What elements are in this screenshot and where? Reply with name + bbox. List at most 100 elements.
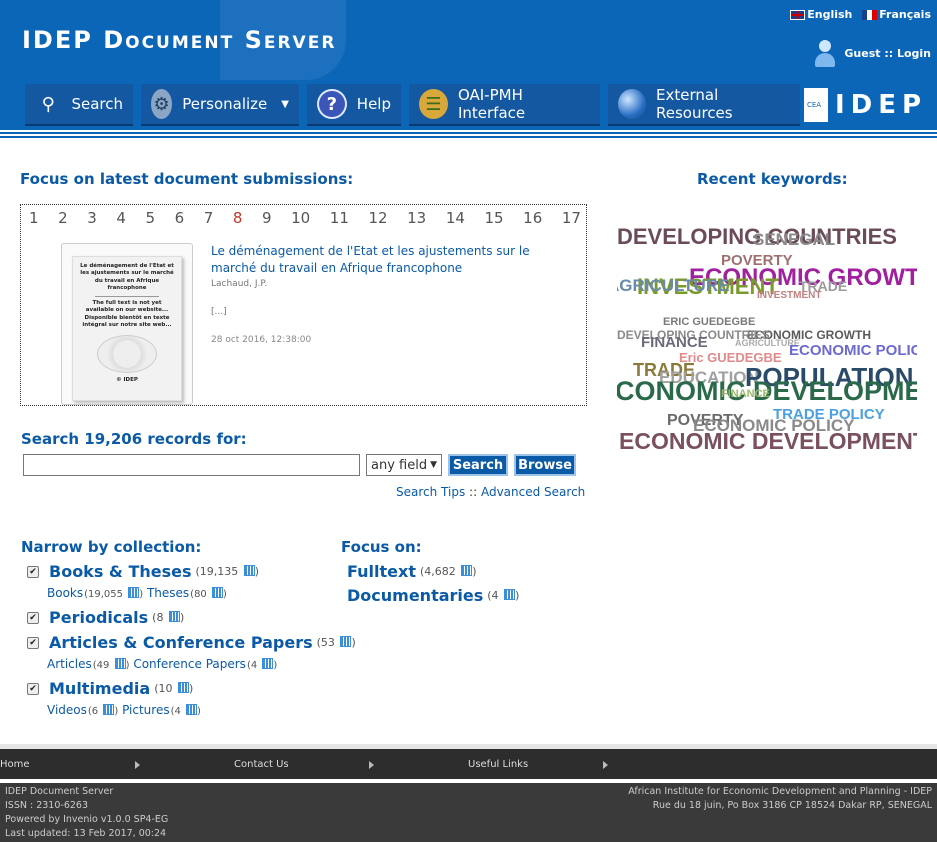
subcollection-link[interactable]: Books (47, 586, 83, 600)
subcollection-link[interactable]: Pictures (122, 703, 170, 717)
collection-checkbox[interactable]: ✔ (27, 611, 39, 624)
books-icon[interactable] (114, 658, 126, 669)
subcollection-count: (80 ) (190, 587, 227, 600)
uk-flag-icon (790, 9, 806, 20)
page-link[interactable]: 16 (523, 209, 542, 227)
user-login[interactable]: Guest :: Login (814, 38, 931, 68)
subcollection-link[interactable]: Theses (147, 586, 189, 600)
nav-external-resources[interactable]: External Resources (608, 84, 800, 126)
search-icon: ⚲ (41, 93, 55, 115)
collection-link[interactable]: Articles & Conference Papers (49, 633, 313, 652)
site-title[interactable]: IDEP Document Server (22, 26, 336, 54)
search-tips-link[interactable]: Search Tips (396, 485, 465, 499)
thumbnail-title: Le déménagement de l'Etat et les ajustem… (80, 263, 174, 292)
books-icon[interactable] (103, 704, 115, 715)
subcollection-link[interactable]: Articles (47, 657, 92, 671)
page-link[interactable]: 6 (175, 209, 185, 227)
subcollection-link[interactable]: Videos (47, 703, 87, 717)
books-icon[interactable] (461, 565, 473, 576)
keyword-link[interactable]: INVESTMENT (757, 290, 821, 301)
collection-checkbox[interactable]: ✔ (27, 565, 39, 578)
record-ellipsis: [...] (211, 307, 227, 317)
france-flag-icon (862, 9, 878, 20)
page-link[interactable]: 1 (29, 209, 39, 227)
nav-personalize[interactable]: ⚙ Personalize ▼ (141, 84, 299, 126)
footer-contact-link[interactable]: Contact Us (234, 759, 289, 770)
submission-pager: 1 2 3 4 5 6 7 8 9 10 11 12 13 14 15 16 17 (29, 209, 581, 227)
collection-link[interactable]: Books & Theses (49, 562, 192, 581)
page-link[interactable]: 13 (407, 209, 426, 227)
collection-link[interactable]: Periodicals (49, 608, 148, 627)
chevron-down-icon: ▼ (430, 460, 437, 470)
record-title-link[interactable]: Le déménagement de l'Etat et les ajustem… (211, 243, 531, 277)
books-icon[interactable] (262, 658, 274, 669)
footer-last-updated: Last updated: 13 Feb 2017, 00:24 (5, 828, 167, 839)
page-link[interactable]: 17 (562, 209, 581, 227)
collection-link[interactable]: Multimedia (49, 679, 150, 698)
advanced-search-link[interactable]: Advanced Search (481, 485, 585, 499)
search-input[interactable] (23, 454, 360, 476)
books-icon[interactable] (168, 611, 180, 622)
page-link[interactable]: 12 (368, 209, 387, 227)
page-link[interactable]: 3 (87, 209, 97, 227)
keyword-link[interactable]: FINANCE (721, 388, 770, 400)
keyword-link[interactable]: SENEGAL (753, 230, 835, 250)
keyword-cloud: DEVELOPING COUNTRIES SENEGAL POVERTY ECONOM… (617, 222, 917, 462)
keyword-link[interactable]: FINANCE (641, 334, 708, 351)
books-icon[interactable] (340, 636, 352, 647)
subcollection-count: (4 ) (170, 704, 201, 717)
page-link[interactable]: 2 (58, 209, 68, 227)
collection-item: ✔ Articles & Conference Papers (53 ) (27, 633, 356, 652)
collection-checkbox[interactable]: ✔ (27, 682, 39, 695)
nav-help[interactable]: ? Help (307, 84, 401, 126)
subcollection-count: (4 ) (246, 658, 278, 671)
keyword-link[interactable]: ERIC GUEDEGBE (663, 316, 755, 328)
page-link[interactable]: 15 (484, 209, 503, 227)
nav-oai-pmh[interactable]: ☰ OAI-PMH Interface (409, 84, 600, 126)
search-links-separator: :: (469, 485, 478, 499)
search-button[interactable]: Search (448, 454, 508, 476)
collection-checkbox[interactable]: ✔ (27, 636, 39, 649)
books-icon[interactable] (243, 565, 255, 576)
keyword-link[interactable]: AGRICULTURE (617, 276, 729, 296)
lang-francais[interactable]: Français (862, 8, 931, 21)
books-icon[interactable] (212, 587, 223, 598)
footer-institute: African Institute for Economic Developme… (628, 786, 932, 797)
books-icon[interactable] (128, 587, 140, 598)
user-login-label[interactable]: Guest :: Login (844, 47, 931, 60)
lang-english[interactable]: English (790, 8, 852, 21)
page-link[interactable]: 9 (262, 209, 272, 227)
page-link[interactable]: 5 (146, 209, 156, 227)
record-thumbnail[interactable]: Le déménagement de l'Etat et les ajustem… (61, 243, 193, 405)
footer-useful-links[interactable]: Useful Links (468, 759, 528, 770)
books-icon[interactable] (504, 589, 516, 600)
logo-text: IDEP (828, 88, 934, 122)
footer-left: IDEP Document Server ISSN : 2310-6263 Po… (5, 785, 168, 841)
idep-logo[interactable]: CEA IDEP (804, 88, 934, 122)
page-link[interactable]: 4 (116, 209, 126, 227)
page-link[interactable]: 8 (233, 209, 243, 227)
page-link[interactable]: 10 (291, 209, 310, 227)
books-icon[interactable] (186, 704, 198, 715)
page-link[interactable]: 7 (204, 209, 214, 227)
header-stripe (0, 128, 937, 138)
keyword-link[interactable]: ECONOMIC POLICY (789, 342, 917, 359)
collection-count: (8 ) (152, 611, 185, 624)
page-link[interactable]: 14 (446, 209, 465, 227)
page-link[interactable]: 11 (330, 209, 349, 227)
search-title: Search 19,206 records for: (21, 430, 247, 448)
field-select[interactable]: any field ▼ (366, 454, 442, 476)
focus-on-link[interactable]: Documentaries (347, 586, 483, 605)
keyword-link[interactable]: ECONOMIC DEVELOPMENT (619, 428, 917, 455)
collection-item: ✔ Periodicals (8 ) (27, 608, 184, 627)
focus-on-link[interactable]: Fulltext (347, 562, 416, 581)
nav-search[interactable]: ⚲ Search (25, 84, 133, 126)
site-footer: IDEP Document Server ISSN : 2310-6263 Po… (0, 783, 937, 842)
un-emblem-icon (97, 335, 157, 374)
books-icon: ☰ (419, 89, 448, 119)
subcollection-link[interactable]: Conference Papers (133, 657, 246, 671)
browse-button[interactable]: Browse (514, 454, 576, 476)
books-icon[interactable] (177, 682, 189, 693)
focus-on-item: Documentaries (4 ) (347, 586, 519, 605)
footer-home-link[interactable]: Home (0, 759, 30, 770)
